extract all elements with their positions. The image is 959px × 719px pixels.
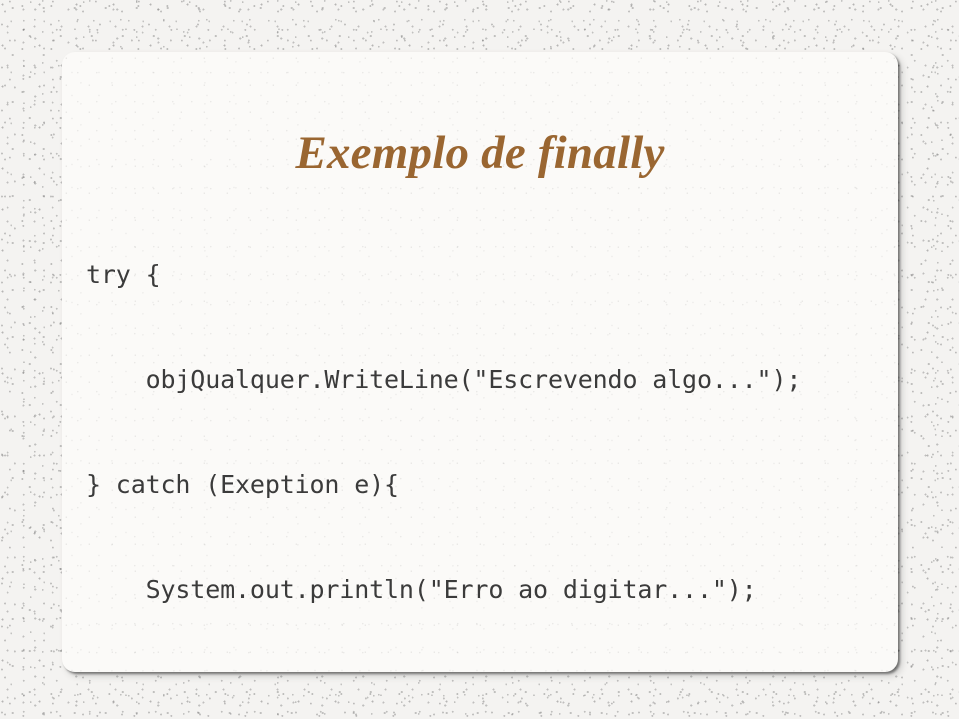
code-line: try {: [86, 260, 161, 289]
slide-card: Exemplo de finally try { objQualquer.Wri…: [62, 52, 898, 672]
code-line: System.out.println("Erro ao digitar...")…: [86, 575, 757, 604]
code-line: } catch (Exeption e){: [86, 470, 399, 499]
code-block: try { objQualquer.WriteLine("Escrevendo …: [86, 187, 886, 672]
presentation-backdrop: Exemplo de finally try { objQualquer.Wri…: [0, 0, 959, 719]
code-line: objQualquer.WriteLine("Escrevendo algo..…: [86, 365, 802, 394]
page-title: Exemplo de finally: [295, 127, 665, 179]
